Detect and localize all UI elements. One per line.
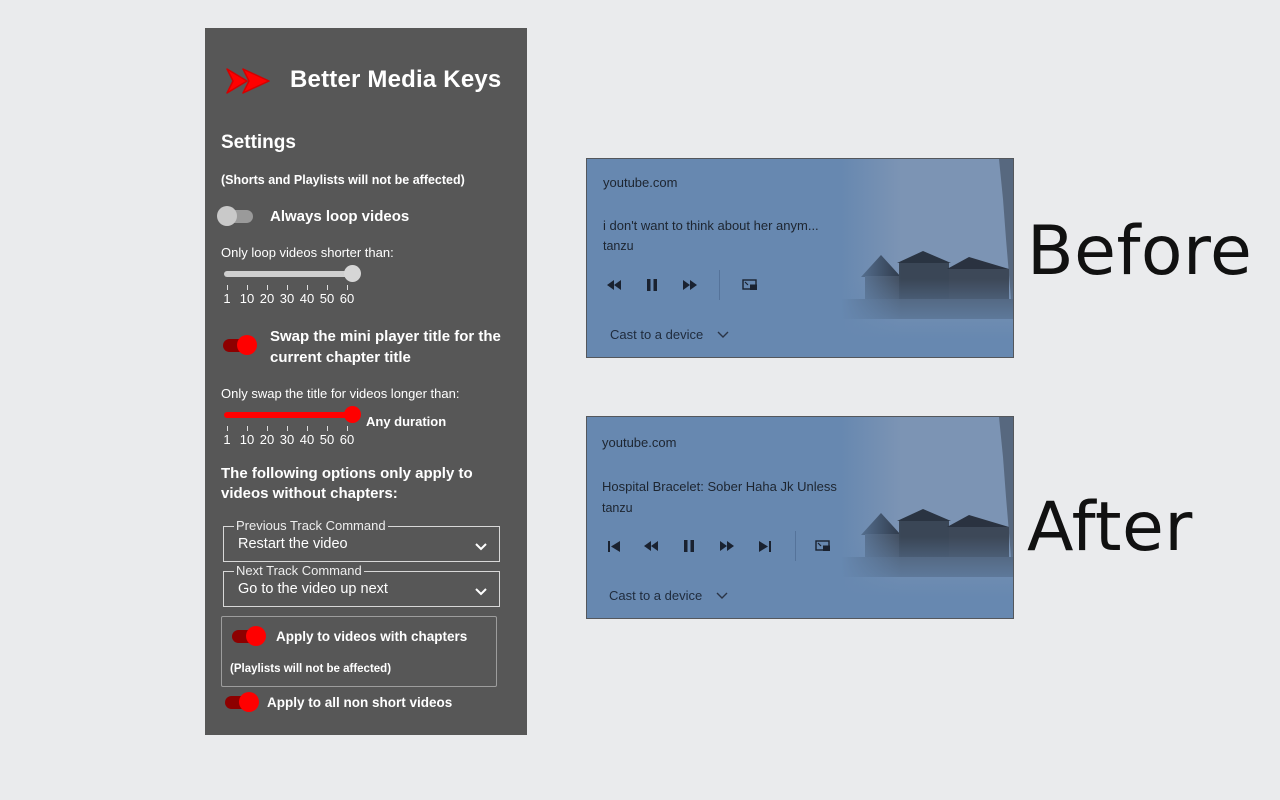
after-mini-player: youtube.com Hospital Bracelet: Sober Hah… [587, 417, 1013, 618]
chapters-heading-line1: The following options only apply to [221, 465, 473, 482]
swap-title-toggle[interactable] [221, 335, 257, 355]
cast-to-device-button[interactable]: Cast to a device [610, 327, 729, 342]
settings-heading: Settings [221, 132, 296, 153]
toggle-knob [246, 626, 266, 646]
track-title: i don't want to think about her anym... [603, 218, 819, 233]
swap-title-label-line1: Swap the mini player title for the [270, 328, 501, 345]
site-label: youtube.com [603, 175, 678, 190]
chevron-down-icon [716, 588, 728, 603]
slider-rail [224, 412, 358, 418]
settings-panel: Better Media Keys Settings (Shorts and P… [205, 28, 527, 735]
playlists-note: (Playlists will not be affected) [230, 663, 392, 675]
album-art-thumbnail [841, 159, 1013, 357]
next-track-value: Go to the video up next [238, 581, 388, 597]
miniplayer-icon[interactable] [737, 272, 763, 298]
apply-non-short-label: Apply to all non short videos [267, 695, 453, 710]
loop-slider-label: Only loop videos shorter than: [221, 245, 394, 260]
after-caption: After [1027, 488, 1193, 567]
fast-forward-icon[interactable] [714, 533, 740, 559]
chapters-options-box: Apply to videos with chapters (Playlists… [221, 616, 497, 687]
next-track-legend: Next Track Command [234, 563, 364, 578]
next-track-select[interactable]: Next Track Command Go to the video up ne… [223, 563, 500, 607]
rewind-icon[interactable] [638, 533, 664, 559]
divider [719, 270, 720, 300]
track-title: Hospital Bracelet: Sober Haha Jk Unless [602, 479, 837, 494]
pause-icon[interactable] [676, 533, 702, 559]
apply-chapters-toggle[interactable] [230, 626, 266, 646]
previous-track-legend: Previous Track Command [234, 518, 388, 533]
fast-forward-double-arrow-icon [225, 66, 271, 96]
before-mini-player: youtube.com i don't want to think about … [587, 159, 1013, 357]
swap-slider-label: Only swap the title for videos longer th… [221, 386, 460, 401]
slider-thumb[interactable] [344, 406, 361, 423]
app-title: Better Media Keys [290, 66, 502, 93]
previous-track-icon[interactable] [601, 533, 627, 559]
loop-duration-slider[interactable]: 1 10 20 30 40 50 60 [223, 265, 362, 316]
rewind-icon[interactable] [601, 272, 627, 298]
toggle-knob [239, 692, 259, 712]
cast-label: Cast to a device [609, 588, 703, 603]
chevron-down-icon [717, 327, 729, 342]
fast-forward-icon[interactable] [677, 272, 703, 298]
swap-slider-value: Any duration [366, 414, 447, 429]
next-track-icon[interactable] [752, 533, 778, 559]
previous-track-value: Restart the video [238, 536, 348, 552]
chapters-heading-line2: videos without chapters: [221, 485, 398, 502]
swap-title-label-line2: current chapter title [270, 349, 411, 366]
apply-chapters-label: Apply to videos with chapters [276, 629, 468, 644]
swap-duration-slider[interactable]: 1 10 20 30 40 50 60 [223, 406, 362, 457]
previous-track-select[interactable]: Previous Track Command Restart the video [223, 518, 500, 562]
divider [795, 531, 796, 561]
chevron-down-icon [475, 583, 487, 601]
always-loop-label: Always loop videos [270, 208, 410, 225]
toggle-knob [237, 335, 257, 355]
track-artist: tanzu [603, 239, 634, 253]
slider-thumb[interactable] [344, 265, 361, 282]
slider-tick-labels: 1 10 20 30 40 50 60 [223, 432, 355, 447]
toggle-knob [217, 206, 237, 226]
always-loop-toggle[interactable] [217, 206, 253, 226]
slider-rail [224, 271, 358, 277]
pause-icon[interactable] [639, 272, 665, 298]
shorts-note: (Shorts and Playlists will not be affect… [221, 173, 465, 187]
cast-label: Cast to a device [610, 327, 704, 342]
cast-to-device-button[interactable]: Cast to a device [609, 588, 728, 603]
miniplayer-icon[interactable] [810, 533, 836, 559]
track-artist: tanzu [602, 501, 633, 515]
apply-non-short-toggle[interactable] [223, 692, 259, 712]
site-label: youtube.com [602, 435, 677, 450]
before-caption: Before [1027, 212, 1253, 291]
slider-tick-labels: 1 10 20 30 40 50 60 [223, 291, 355, 306]
chevron-down-icon [475, 538, 487, 556]
album-art-thumbnail [841, 417, 1013, 617]
